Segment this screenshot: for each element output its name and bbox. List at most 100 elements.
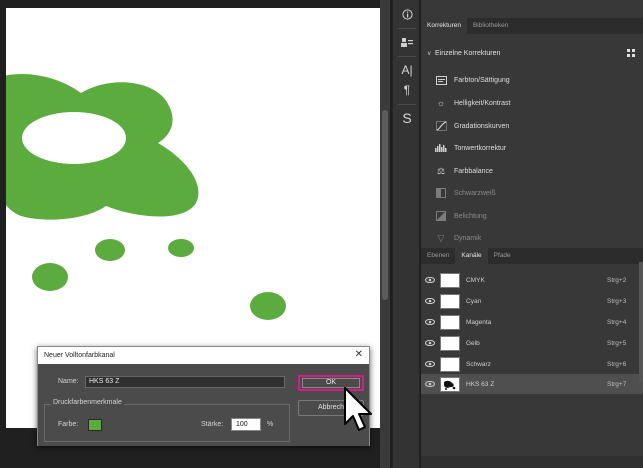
channel-shortcut: Strg+4 [607,318,627,326]
adjustment-label: Tonwertkorrektur [454,144,507,152]
styles-icon[interactable]: S [397,108,417,128]
channel-thumbnail [440,356,460,372]
tab-bibliotheken[interactable]: Bibliotheken [467,18,514,34]
green-drop-1 [95,239,125,261]
curves-icon [435,121,447,132]
adjustments-section-header[interactable]: ∨ Einzelne Korrekturen [427,47,637,59]
tab-ebenen[interactable]: Ebenen [421,248,455,264]
cancel-button-label: Abbrech [317,404,345,411]
dialog-title: Neuer Volltonfarbkanal [44,352,115,359]
panel-footer [421,456,643,468]
dialog-body: Name: HKS 63 Z Druckfarbenmerkmale Farbe… [38,364,369,446]
panel-toolstrip: A| ¶ S [392,0,420,468]
brightness-contrast-icon: ☼ [436,98,446,108]
channel-shortcut: Strg+7 [607,380,627,388]
channel-shortcut: Strg+5 [607,339,627,347]
eye-icon[interactable] [424,275,436,285]
channel-shortcut: Strg+2 [607,276,627,284]
canvas-scrollbar[interactable] [380,0,390,468]
layers-tab-bar: Ebenen Kanäle Pfade [421,248,643,264]
color-label: Farbe: [58,421,79,428]
channel-name: Schwarz [466,360,491,368]
adjustment-vibrance[interactable]: ▽ Dynamik [435,231,635,245]
name-input[interactable]: HKS 63 Z [85,376,285,388]
channels-panel: Ebenen Kanäle Pfade CMYK Strg+2 Cyan Str… [421,246,643,468]
panel-scrollbar[interactable] [639,262,643,382]
chevron-down-icon: ∨ [427,50,432,57]
color-balance-icon: ⚖ [436,165,446,176]
character-icon[interactable]: A| [397,60,417,80]
new-spot-channel-dialog: Neuer Volltonfarbkanal ✕ Name: HKS 63 Z … [37,346,370,446]
adjustment-label: Farbton/Sättigung [454,76,510,84]
adjustment-levels[interactable]: Tonwertkorrektur [435,141,635,155]
channel-name: Gelb [466,339,480,347]
solidity-input[interactable]: 100 [231,418,261,431]
eye-icon[interactable] [424,317,436,327]
adjustment-color-balance[interactable]: ⚖ Farbbalance [435,164,635,178]
toolstrip-divider [398,104,416,105]
channel-thumbnail [440,335,460,351]
adjustment-black-white[interactable]: Schwarzweiß [435,186,635,200]
color-swatch[interactable] [88,419,102,431]
channel-row-gelb[interactable]: Gelb Strg+5 [421,333,643,353]
channel-thumbnail-spot [440,376,460,392]
channel-thumbnail [440,293,460,309]
channel-name: Magenta [466,318,492,326]
solidity-label: Stärke: [201,421,224,428]
eye-icon[interactable] [424,379,436,389]
channel-row-hks-63-z[interactable]: HKS 63 Z Strg+7 [421,374,643,394]
tab-korrekturen[interactable]: Korrekturen [421,18,467,34]
channel-shortcut: Strg+6 [607,360,627,368]
black-white-icon [435,188,447,199]
green-drop-4 [250,292,286,320]
tab-pfade[interactable]: Pfade [488,248,517,264]
info-icon[interactable] [397,4,417,24]
dialog-titlebar[interactable]: Neuer Volltonfarbkanal ✕ [38,347,369,364]
channel-thumbnail [440,314,460,330]
adjustment-label: Farbbalance [454,167,493,175]
adjustment-exposure[interactable]: Belichtung [435,209,635,223]
person-icon[interactable] [397,32,417,52]
scroll-thumb[interactable] [382,110,388,300]
exposure-icon [435,211,447,222]
channel-row-schwarz[interactable]: Schwarz Strg+6 [421,354,643,374]
solidity-unit: % [267,421,274,428]
blob-hole [22,112,126,164]
section-title: Einzelne Korrekturen [435,49,501,57]
vibrance-icon: ▽ [437,232,445,243]
channel-shortcut: Strg+3 [607,297,627,305]
name-label: Name: [58,378,79,385]
channel-name: Cyan [466,297,482,305]
adjustments-tab-bar: Korrekturen Bibliotheken [421,18,643,34]
channel-name: HKS 63 Z [466,380,495,388]
green-drop-2 [168,239,194,257]
adjustment-hue-saturation[interactable]: Farbton/Sättigung [435,73,635,87]
grid-view-icon[interactable] [627,49,635,57]
channel-thumbnail [440,272,460,288]
adjustment-label: Gradationskurven [454,122,510,130]
adjustment-label: Dynamik [454,234,482,242]
adjustment-label: Belichtung [454,212,487,220]
eye-icon[interactable] [424,338,436,348]
eye-icon[interactable] [424,296,436,306]
channel-row-cmyk[interactable]: CMYK Strg+2 [421,270,643,290]
toolstrip-divider [398,56,416,57]
channel-row-cyan[interactable]: Cyan Strg+3 [421,291,643,311]
tab-kanaele[interactable]: Kanäle [455,248,488,264]
eye-icon[interactable] [424,359,436,369]
toolstrip-divider [398,28,416,29]
adjustment-curves[interactable]: Gradationskurven [435,119,635,133]
green-drop-3 [32,263,68,291]
hue-saturation-icon [435,75,447,86]
paragraph-icon[interactable]: ¶ [397,80,417,100]
close-icon[interactable]: ✕ [355,349,363,360]
right-panels: Korrekturen Bibliotheken ∨ Einzelne Korr… [421,0,643,468]
channel-name: CMYK [466,276,485,284]
adjustment-brightness-contrast[interactable]: ☼ Helligkeit/Kontrast [435,96,635,110]
adjustment-label: Helligkeit/Kontrast [454,99,511,107]
ink-characteristics-label: Druckfarbenmerkmale [51,399,124,406]
adjustment-label: Schwarzweiß [454,189,496,197]
channel-row-magenta[interactable]: Magenta Strg+4 [421,312,643,332]
levels-icon [435,143,447,154]
mouse-pointer-icon [344,387,372,431]
